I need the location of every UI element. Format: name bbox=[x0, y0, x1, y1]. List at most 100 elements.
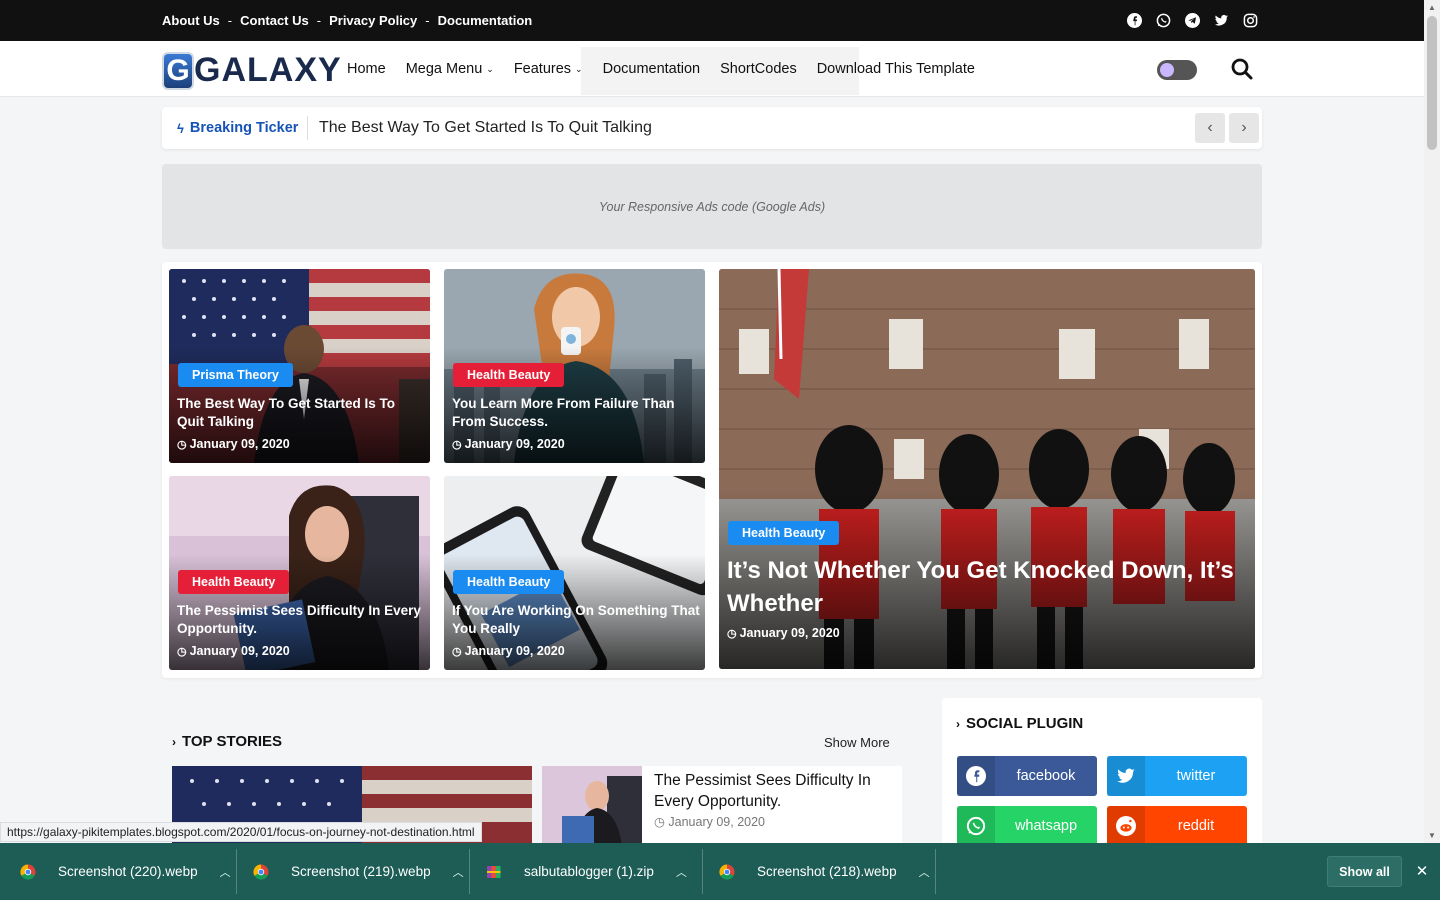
post-title[interactable]: The Pessimist Sees Difficulty In Every O… bbox=[654, 770, 894, 812]
privacy-policy-link[interactable]: Privacy Policy bbox=[329, 13, 417, 28]
search-icon[interactable] bbox=[1230, 57, 1254, 81]
clock-icon: ◷ bbox=[654, 815, 665, 829]
nav-documentation[interactable]: Documentation bbox=[603, 61, 701, 77]
documentation-link[interactable]: Documentation bbox=[438, 13, 533, 28]
chevron-up-icon[interactable]: ︿ bbox=[919, 864, 930, 880]
download-item[interactable]: salbutablogger (1).zip ︿ bbox=[486, 843, 687, 900]
featured-post[interactable]: Prisma Theory The Best Way To Get Starte… bbox=[169, 269, 430, 463]
twitter-icon bbox=[1107, 756, 1145, 796]
nav-shortcodes[interactable]: ShortCodes bbox=[720, 61, 797, 77]
post-date-text: January 09, 2020 bbox=[464, 437, 565, 451]
category-tag[interactable]: Health Beauty bbox=[728, 521, 840, 545]
post-date-text: January 09, 2020 bbox=[189, 644, 290, 658]
featured-post-large[interactable]: Health Beauty It’s Not Whether You Get K… bbox=[719, 269, 1255, 669]
post-title[interactable]: The Best Way To Get Started Is To Quit T… bbox=[177, 395, 425, 431]
chevron-down-icon: ⌄ bbox=[575, 63, 583, 74]
top-bar: About Us - Contact Us - Privacy Policy -… bbox=[0, 0, 1424, 41]
nav-download-template[interactable]: Download This Template bbox=[817, 61, 975, 77]
breaking-ticker: ϟ Breaking Ticker The Best Way To Get St… bbox=[162, 107, 1262, 149]
post-title[interactable]: It’s Not Whether You Get Knocked Down, I… bbox=[727, 554, 1247, 620]
ticker-label-text: Breaking Ticker bbox=[189, 120, 299, 136]
show-more-link[interactable]: Show More bbox=[824, 735, 890, 750]
separator: - bbox=[425, 13, 430, 28]
top-stories-heading: › TOP STORIES bbox=[172, 733, 282, 750]
show-all-downloads-button[interactable]: Show all bbox=[1327, 856, 1402, 887]
dark-mode-toggle[interactable] bbox=[1157, 60, 1197, 80]
chevron-down-icon: ⌄ bbox=[486, 63, 494, 74]
post-title[interactable]: If You Are Working On Something That You… bbox=[452, 602, 700, 638]
chrome-icon bbox=[253, 863, 269, 880]
download-item[interactable]: Screenshot (220).webp ︿ bbox=[20, 843, 231, 900]
nav-mega-menu[interactable]: Mega Menu ⌄ bbox=[406, 61, 494, 77]
whatsapp-button[interactable]: whatsapp bbox=[957, 806, 1097, 846]
toggle-knob bbox=[1160, 63, 1174, 77]
post-date: ◷ January 09, 2020 bbox=[654, 814, 765, 829]
nav-features[interactable]: Features ⌄ bbox=[514, 61, 583, 77]
top-links: About Us - Contact Us - Privacy Policy -… bbox=[162, 0, 532, 41]
download-separator bbox=[702, 849, 703, 894]
scroll-down-arrow-icon[interactable]: ▼ bbox=[1424, 828, 1440, 842]
scrollbar-thumb[interactable] bbox=[1427, 16, 1437, 150]
separator: - bbox=[227, 13, 233, 28]
download-item[interactable]: Screenshot (219).webp ︿ bbox=[253, 843, 464, 900]
whatsapp-icon[interactable] bbox=[1156, 13, 1171, 28]
post-date: ◷ January 09, 2020 bbox=[452, 644, 565, 658]
twitter-icon[interactable] bbox=[1214, 13, 1229, 28]
telegram-icon[interactable] bbox=[1185, 13, 1200, 28]
ticker-label: ϟ Breaking Ticker bbox=[177, 107, 298, 149]
facebook-icon bbox=[957, 756, 995, 796]
top-stories-title: TOP STORIES bbox=[182, 733, 283, 750]
ticker-headline[interactable]: The Best Way To Get Started Is To Quit T… bbox=[319, 107, 652, 149]
whatsapp-label: whatsapp bbox=[1014, 818, 1078, 834]
post-title[interactable]: You Learn More From Failure Than From Su… bbox=[452, 395, 700, 431]
featured-post[interactable]: Health Beauty If You Are Working On Some… bbox=[444, 476, 705, 670]
site-logo[interactable]: G GALAXY bbox=[164, 51, 342, 90]
nav-mega-menu-label: Mega Menu bbox=[405, 61, 483, 77]
main-nav: Home Mega Menu ⌄ Features ⌄ Documentation … bbox=[347, 41, 995, 97]
top-story-item[interactable]: The Pessimist Sees Difficulty In Every O… bbox=[542, 766, 902, 846]
top-social-icons bbox=[1127, 0, 1258, 41]
reddit-label: reddit bbox=[1177, 818, 1215, 834]
featured-post[interactable]: Health Beauty You Learn More From Failur… bbox=[444, 269, 705, 463]
featured-post[interactable]: Health Beauty The Pessimist Sees Difficu… bbox=[169, 476, 430, 670]
main-header: G GALAXY Home Mega Menu ⌄ Features ⌄ Docum… bbox=[0, 41, 1424, 97]
separator: - bbox=[316, 13, 322, 28]
download-item[interactable]: Screenshot (218).webp ︿ bbox=[719, 843, 930, 900]
post-date-text: January 09, 2020 bbox=[464, 644, 565, 658]
about-us-link[interactable]: About Us bbox=[162, 13, 220, 28]
nav-features-label: Features bbox=[513, 61, 572, 77]
chevron-up-icon[interactable]: ︿ bbox=[676, 864, 687, 880]
category-tag[interactable]: Health Beauty bbox=[453, 363, 565, 387]
category-tag[interactable]: Health Beauty bbox=[178, 570, 290, 594]
nav-home[interactable]: Home bbox=[347, 61, 386, 77]
post-date-text: January 09, 2020 bbox=[739, 626, 840, 640]
chevron-up-icon[interactable]: ︿ bbox=[220, 864, 231, 880]
post-date: ◷ January 09, 2020 bbox=[177, 644, 290, 658]
clock-icon: ◷ bbox=[452, 438, 462, 451]
ad-banner: Your Responsive Ads code (Google Ads) bbox=[162, 164, 1262, 249]
post-date-text: January 09, 2020 bbox=[189, 437, 290, 451]
download-filename: Screenshot (218).webp bbox=[757, 864, 897, 879]
reddit-button[interactable]: reddit bbox=[1107, 806, 1247, 846]
chevron-right-icon: › bbox=[172, 734, 176, 749]
ticker-next-button[interactable]: › bbox=[1229, 113, 1259, 143]
twitter-button[interactable]: twitter bbox=[1107, 756, 1247, 796]
download-separator bbox=[935, 849, 936, 894]
facebook-button[interactable]: facebook bbox=[957, 756, 1097, 796]
post-date-text: January 09, 2020 bbox=[668, 815, 766, 829]
scroll-up-arrow-icon[interactable]: ▲ bbox=[1424, 0, 1440, 14]
close-icon[interactable]: ✕ bbox=[1413, 862, 1431, 880]
contact-us-link[interactable]: Contact Us bbox=[240, 13, 309, 28]
clock-icon: ◷ bbox=[727, 627, 737, 640]
category-tag[interactable]: Health Beauty bbox=[453, 570, 565, 594]
facebook-icon[interactable] bbox=[1127, 13, 1142, 28]
facebook-label: facebook bbox=[1016, 768, 1076, 784]
download-separator bbox=[236, 849, 237, 894]
category-tag[interactable]: Prisma Theory bbox=[178, 363, 293, 387]
ticker-prev-button[interactable]: ‹ bbox=[1195, 113, 1225, 143]
logo-mark: G bbox=[164, 53, 192, 88]
instagram-icon[interactable] bbox=[1243, 13, 1258, 28]
post-title[interactable]: The Pessimist Sees Difficulty In Every O… bbox=[177, 602, 425, 638]
ticker-divider bbox=[307, 116, 308, 140]
chevron-up-icon[interactable]: ︿ bbox=[453, 864, 464, 880]
